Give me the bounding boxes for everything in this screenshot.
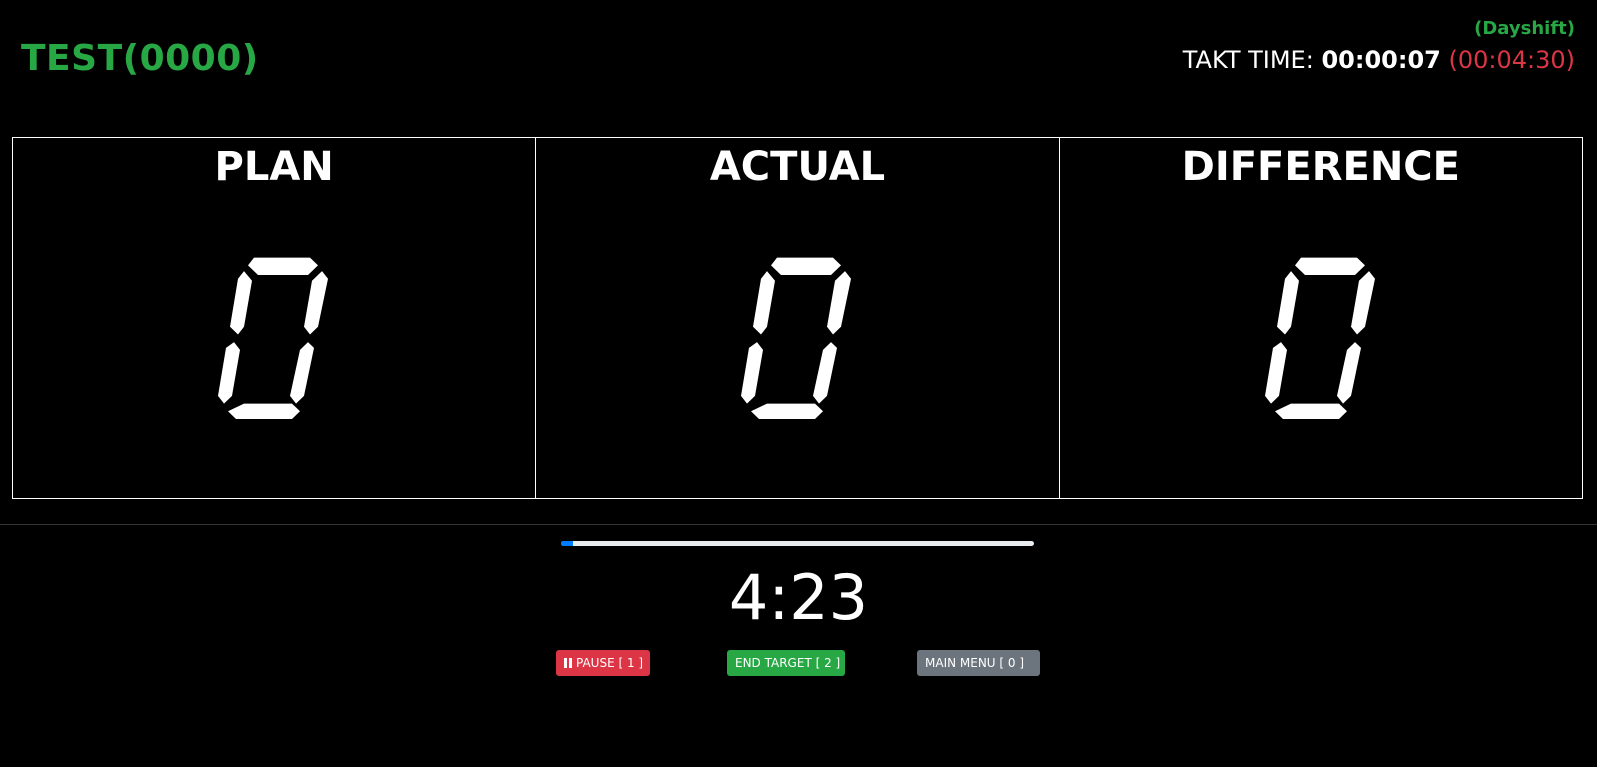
- andon-board: TEST(0000) (Dayshift) TAKT TIME: 00:00:0…: [0, 0, 1597, 767]
- segment-b: [304, 271, 329, 335]
- plan-value: [214, 256, 334, 426]
- progress-fill: [561, 541, 573, 546]
- segment-e: [1264, 342, 1287, 404]
- segment-d: [751, 403, 824, 419]
- takt-label: TAKT TIME:: [1182, 46, 1314, 74]
- segment-b: [827, 271, 852, 335]
- segment-c: [290, 342, 315, 404]
- segment-c: [813, 342, 838, 404]
- pause-button[interactable]: PAUSE [ 1 ]: [556, 650, 650, 676]
- countdown-timer: 4:23: [728, 561, 869, 634]
- difference-value: [1261, 256, 1381, 426]
- plan-panel: PLAN: [13, 138, 537, 498]
- takt-time: TAKT TIME: 00:00:07 (00:04:30): [1183, 46, 1575, 74]
- difference-panel: DIFFERENCE: [1060, 138, 1582, 498]
- takt-progress-bar: [561, 541, 1034, 546]
- seven-segment-digit: [1264, 257, 1375, 419]
- seven-segment-digit: [218, 257, 329, 419]
- counter-boards: PLAN ACTUAL DIFFERENCE: [12, 137, 1583, 499]
- segment-d: [1274, 403, 1347, 419]
- end-target-button[interactable]: END TARGET [ 2 ]: [727, 650, 845, 676]
- actual-value: [737, 256, 857, 426]
- pause-label: PAUSE [ 1 ]: [576, 656, 644, 670]
- actual-title: ACTUAL: [709, 144, 886, 190]
- segment-f: [1276, 271, 1299, 335]
- takt-current: 00:00:07: [1321, 46, 1441, 74]
- segment-a: [771, 257, 842, 275]
- segment-c: [1336, 342, 1361, 404]
- segment-f: [230, 271, 253, 335]
- segment-e: [218, 342, 241, 404]
- pause-icon: [564, 651, 573, 668]
- segment-a: [248, 257, 319, 275]
- segment-e: [741, 342, 764, 404]
- difference-title: DIFFERENCE: [1181, 144, 1460, 190]
- takt-target: (00:04:30): [1448, 46, 1575, 74]
- main-menu-button[interactable]: MAIN MENU [ 0 ]: [917, 650, 1040, 676]
- segment-f: [753, 271, 776, 335]
- shift-label: (Dayshift): [1474, 18, 1575, 39]
- seven-segment-digit: [741, 257, 852, 419]
- segment-b: [1350, 271, 1375, 335]
- line-title: TEST(0000): [21, 38, 259, 79]
- actual-panel: ACTUAL: [536, 138, 1060, 498]
- segment-d: [228, 403, 301, 419]
- segment-a: [1294, 257, 1365, 275]
- plan-title: PLAN: [214, 144, 334, 190]
- divider: [0, 524, 1597, 525]
